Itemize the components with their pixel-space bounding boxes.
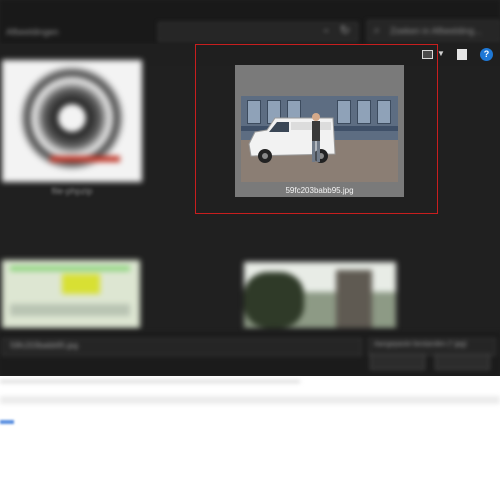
logo-underline [50, 156, 120, 162]
window-pane [377, 100, 391, 124]
preview-pane-icon[interactable] [457, 49, 467, 60]
help-icon[interactable]: ? [480, 48, 493, 61]
file-item-logo-thumbnail[interactable] [2, 60, 142, 182]
file-item-spreadsheet-thumbnail[interactable] [2, 260, 140, 328]
castle-tower [336, 270, 372, 328]
refresh-icon[interactable]: ↻ [340, 23, 350, 37]
page-divider [0, 380, 300, 383]
address-dropdown-icon[interactable]: ⌄ [322, 24, 330, 35]
open-button[interactable] [370, 354, 425, 370]
search-input[interactable]: ⌕ Zoeken in Afbeelding... [367, 20, 500, 42]
window-pane [357, 100, 371, 124]
search-placeholder: Zoeken in Afbeelding... [390, 26, 482, 36]
spreadsheet-row [10, 304, 130, 316]
search-icon: ⌕ [374, 25, 380, 36]
underlying-page [0, 376, 500, 500]
cancel-button[interactable] [435, 354, 490, 370]
window-title: Afbeeldingen [6, 27, 59, 37]
spreadsheet-row [10, 266, 130, 271]
file-item-castle-thumbnail[interactable] [244, 262, 396, 328]
window-pane [337, 100, 351, 124]
page-link[interactable] [0, 420, 14, 424]
white-van [248, 117, 336, 163]
page-strip [0, 396, 500, 404]
file-dialog-footer: 59fc203babb95.jpg Aangepaste bestanden (… [0, 332, 500, 376]
filename-value: 59fc203babb95.jpg [10, 341, 79, 350]
standing-person [312, 113, 320, 162]
spreadsheet-highlight [62, 274, 100, 294]
tree [244, 272, 304, 328]
swirl-logo-image [20, 66, 124, 170]
filetype-value: Aangepaste bestanden (*.jpg) [374, 341, 467, 348]
selected-file-label: 59fc203babb95.jpg [285, 186, 354, 195]
view-options-chevron-icon[interactable]: ▼ [437, 49, 445, 58]
file-item-label: file-phpzip [51, 186, 93, 196]
van-photo-thumbnail[interactable] [241, 96, 398, 182]
